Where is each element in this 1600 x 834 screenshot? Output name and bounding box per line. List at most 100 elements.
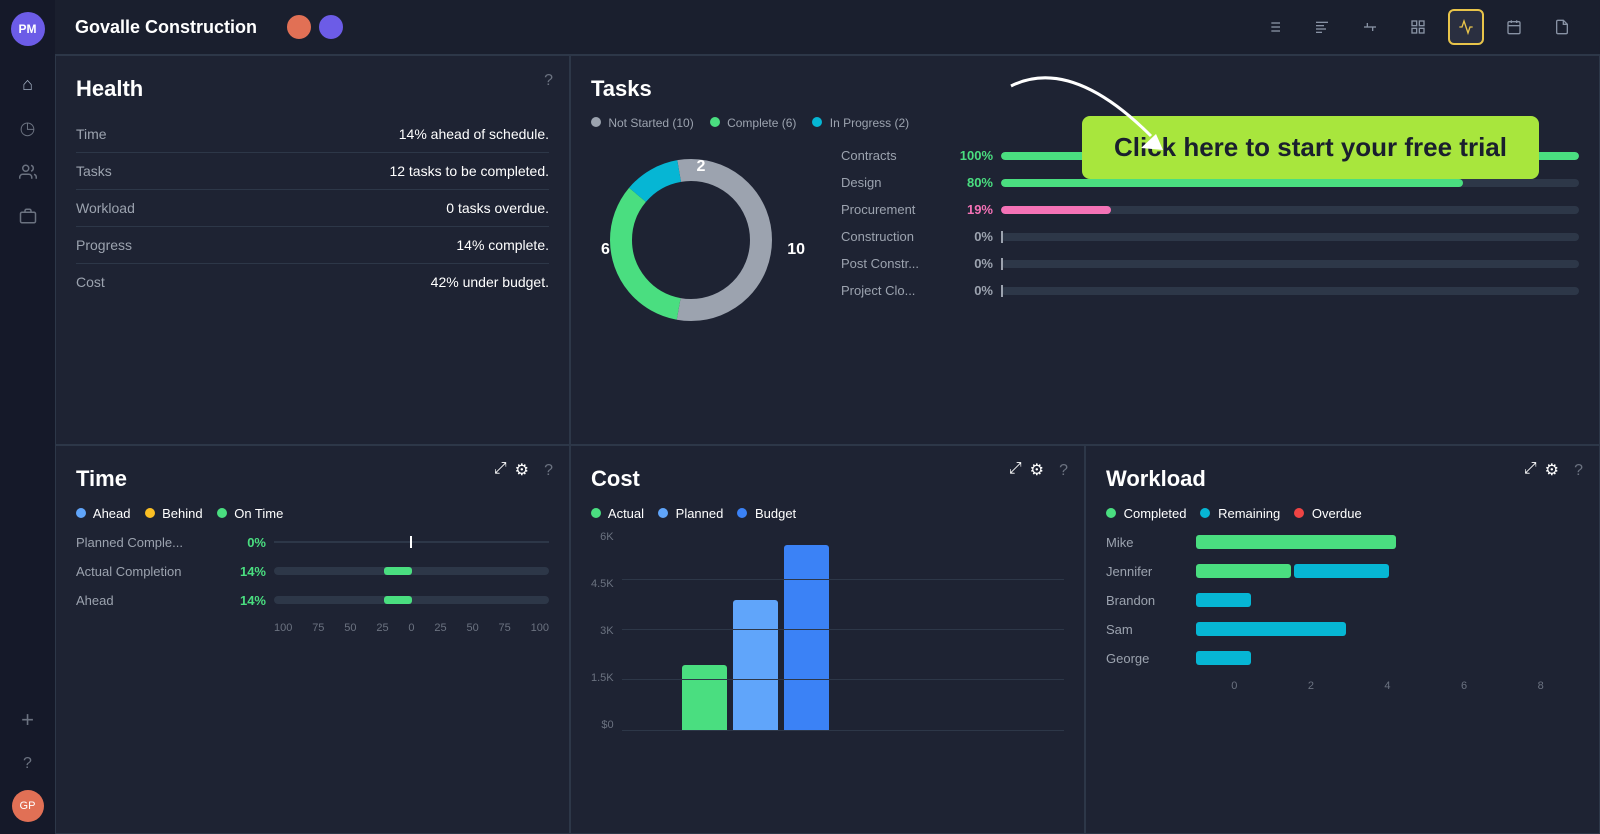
cost-bar-actual xyxy=(682,665,727,730)
time-planned-track xyxy=(274,541,549,543)
health-row: Cost42% under budget. xyxy=(76,264,549,300)
legend-budget: Budget xyxy=(737,506,796,521)
workload-rows: Mike Jennifer Brandon xyxy=(1106,535,1579,666)
workload-settings-icon[interactable]: ⚙ xyxy=(1545,460,1559,480)
time-legend: Ahead Behind On Time xyxy=(76,506,549,521)
cost-chart: 6K 4.5K 3K 1.5K $0 xyxy=(591,531,1064,731)
workload-row-george: George xyxy=(1106,651,1579,666)
cost-controls: ⤢ ⚙ xyxy=(1009,460,1044,480)
sidebar-item-activity[interactable]: ◷ xyxy=(10,110,46,146)
tasks-donut: 2 6 10 xyxy=(591,140,811,360)
cost-settings-icon[interactable]: ⚙ xyxy=(1030,460,1044,480)
docs-icon[interactable] xyxy=(1544,9,1580,45)
workload-bars-brandon xyxy=(1196,593,1579,607)
workload-expand-icon[interactable]: ⤢ xyxy=(1524,460,1537,480)
legend-completed: Completed xyxy=(1106,506,1186,521)
task-bar-pct: 0% xyxy=(951,283,993,298)
dashboard-icon[interactable] xyxy=(1448,9,1484,45)
workload-remaining-brandon xyxy=(1196,593,1251,607)
task-bar-row: Post Constr... 0% xyxy=(841,256,1579,271)
task-bar-label: Procurement xyxy=(841,202,951,217)
sidebar: PM ⌂ ◷ + ? GP xyxy=(0,0,55,834)
health-label: Tasks xyxy=(76,163,112,179)
cost-panel: Cost ⤢ ⚙ ? Actual Planned Budget 6K 4.5K… xyxy=(570,445,1085,834)
workload-help-icon[interactable]: ? xyxy=(1574,462,1583,480)
health-title: Health xyxy=(76,76,549,102)
add-icon[interactable]: + xyxy=(10,702,46,738)
topbar: Govalle Construction xyxy=(55,0,1600,55)
cost-y-3k: 3K xyxy=(591,625,614,637)
workload-bars-mike xyxy=(1196,535,1579,549)
health-help-icon[interactable]: ? xyxy=(544,72,553,90)
health-value: 12 tasks to be completed. xyxy=(389,163,549,179)
dashboard-grid: Health ? Time 14% ahead of schedule. Tasks… xyxy=(55,55,1600,834)
arrow-overlay xyxy=(991,76,1171,161)
cost-bar-group xyxy=(682,545,829,730)
app-logo[interactable]: PM xyxy=(11,12,45,46)
time-ahead-track xyxy=(274,596,549,604)
time-ahead-pct: 14% xyxy=(226,593,266,608)
task-bar-label: Project Clo... xyxy=(841,283,951,298)
health-label: Cost xyxy=(76,274,105,290)
workload-remaining-george xyxy=(1196,651,1251,665)
legend-overdue: Overdue xyxy=(1294,506,1361,521)
workload-bars-jennifer xyxy=(1196,564,1579,578)
calendar-icon[interactable] xyxy=(1496,9,1532,45)
health-value: 14% ahead of schedule. xyxy=(399,126,549,142)
health-row: Workload0 tasks overdue. xyxy=(76,190,549,227)
time-settings-icon[interactable]: ⚙ xyxy=(515,460,529,480)
timeline-icon[interactable] xyxy=(1352,9,1388,45)
avatar-1 xyxy=(285,13,313,41)
time-planned-label: Planned Comple... xyxy=(76,535,226,550)
health-label: Workload xyxy=(76,200,135,216)
cost-help-icon[interactable]: ? xyxy=(1059,462,1068,480)
health-rows: Time14% ahead of schedule.Tasks12 tasks … xyxy=(76,116,549,300)
workload-row-sam: Sam xyxy=(1106,622,1579,637)
time-help-icon[interactable]: ? xyxy=(544,462,553,480)
workload-axis-2: 2 xyxy=(1308,680,1314,692)
cost-bar-budget xyxy=(784,545,829,730)
workload-name-george: George xyxy=(1106,651,1196,666)
time-actual-bar xyxy=(384,567,412,575)
time-expand-icon[interactable]: ⤢ xyxy=(494,460,507,480)
cost-expand-icon[interactable]: ⤢ xyxy=(1009,460,1022,480)
task-bar-label: Contracts xyxy=(841,148,951,163)
time-rows: Planned Comple... 0% Actual Completion 1… xyxy=(76,535,549,608)
time-panel: Time ⤢ ⚙ ? Ahead Behind On Time Planned … xyxy=(55,445,570,834)
time-controls: ⤢ ⚙ xyxy=(494,460,529,480)
time-planned-pct: 0% xyxy=(226,535,266,550)
grid-icon[interactable] xyxy=(1400,9,1436,45)
time-planned-marker xyxy=(410,536,412,548)
task-bar-pct: 0% xyxy=(951,256,993,271)
list-view-icon[interactable] xyxy=(1256,9,1292,45)
legend-remaining: Remaining xyxy=(1200,506,1280,521)
time-actual-label: Actual Completion xyxy=(76,564,226,579)
workload-completed-mike xyxy=(1196,535,1396,549)
cost-bars xyxy=(622,531,1064,731)
task-bar-pct: 0% xyxy=(951,229,993,244)
health-panel: Health ? Time14% ahead of schedule.Tasks… xyxy=(55,55,570,445)
workload-title: Workload xyxy=(1106,466,1579,492)
tasks-panel: Tasks Click here to start your free tria… xyxy=(570,55,1600,445)
workload-name-jennifer: Jennifer xyxy=(1106,564,1196,579)
time-ahead-label: Ahead xyxy=(76,593,226,608)
workload-axis-0: 0 xyxy=(1231,680,1237,692)
time-row-ahead: Ahead 14% xyxy=(76,593,549,608)
sidebar-item-portfolio[interactable] xyxy=(10,198,46,234)
avatar[interactable]: GP xyxy=(12,790,44,822)
legend-not-started-label: Not Started (10) xyxy=(608,116,693,130)
workload-axis-4: 4 xyxy=(1384,680,1390,692)
workload-bars-sam xyxy=(1196,622,1579,636)
task-bar-label: Design xyxy=(841,175,951,190)
time-title: Time xyxy=(76,466,549,492)
workload-name-brandon: Brandon xyxy=(1106,593,1196,608)
page-title: Govalle Construction xyxy=(75,17,257,38)
sidebar-item-users[interactable] xyxy=(10,154,46,190)
gantt-icon[interactable] xyxy=(1304,9,1340,45)
donut-label-left: 6 xyxy=(601,241,610,259)
cost-title: Cost xyxy=(591,466,1064,492)
task-bar-row: Project Clo... 0% xyxy=(841,283,1579,298)
main-content: Govalle Construction Heal xyxy=(55,0,1600,834)
sidebar-item-home[interactable]: ⌂ xyxy=(10,66,46,102)
help-icon[interactable]: ? xyxy=(10,746,46,782)
